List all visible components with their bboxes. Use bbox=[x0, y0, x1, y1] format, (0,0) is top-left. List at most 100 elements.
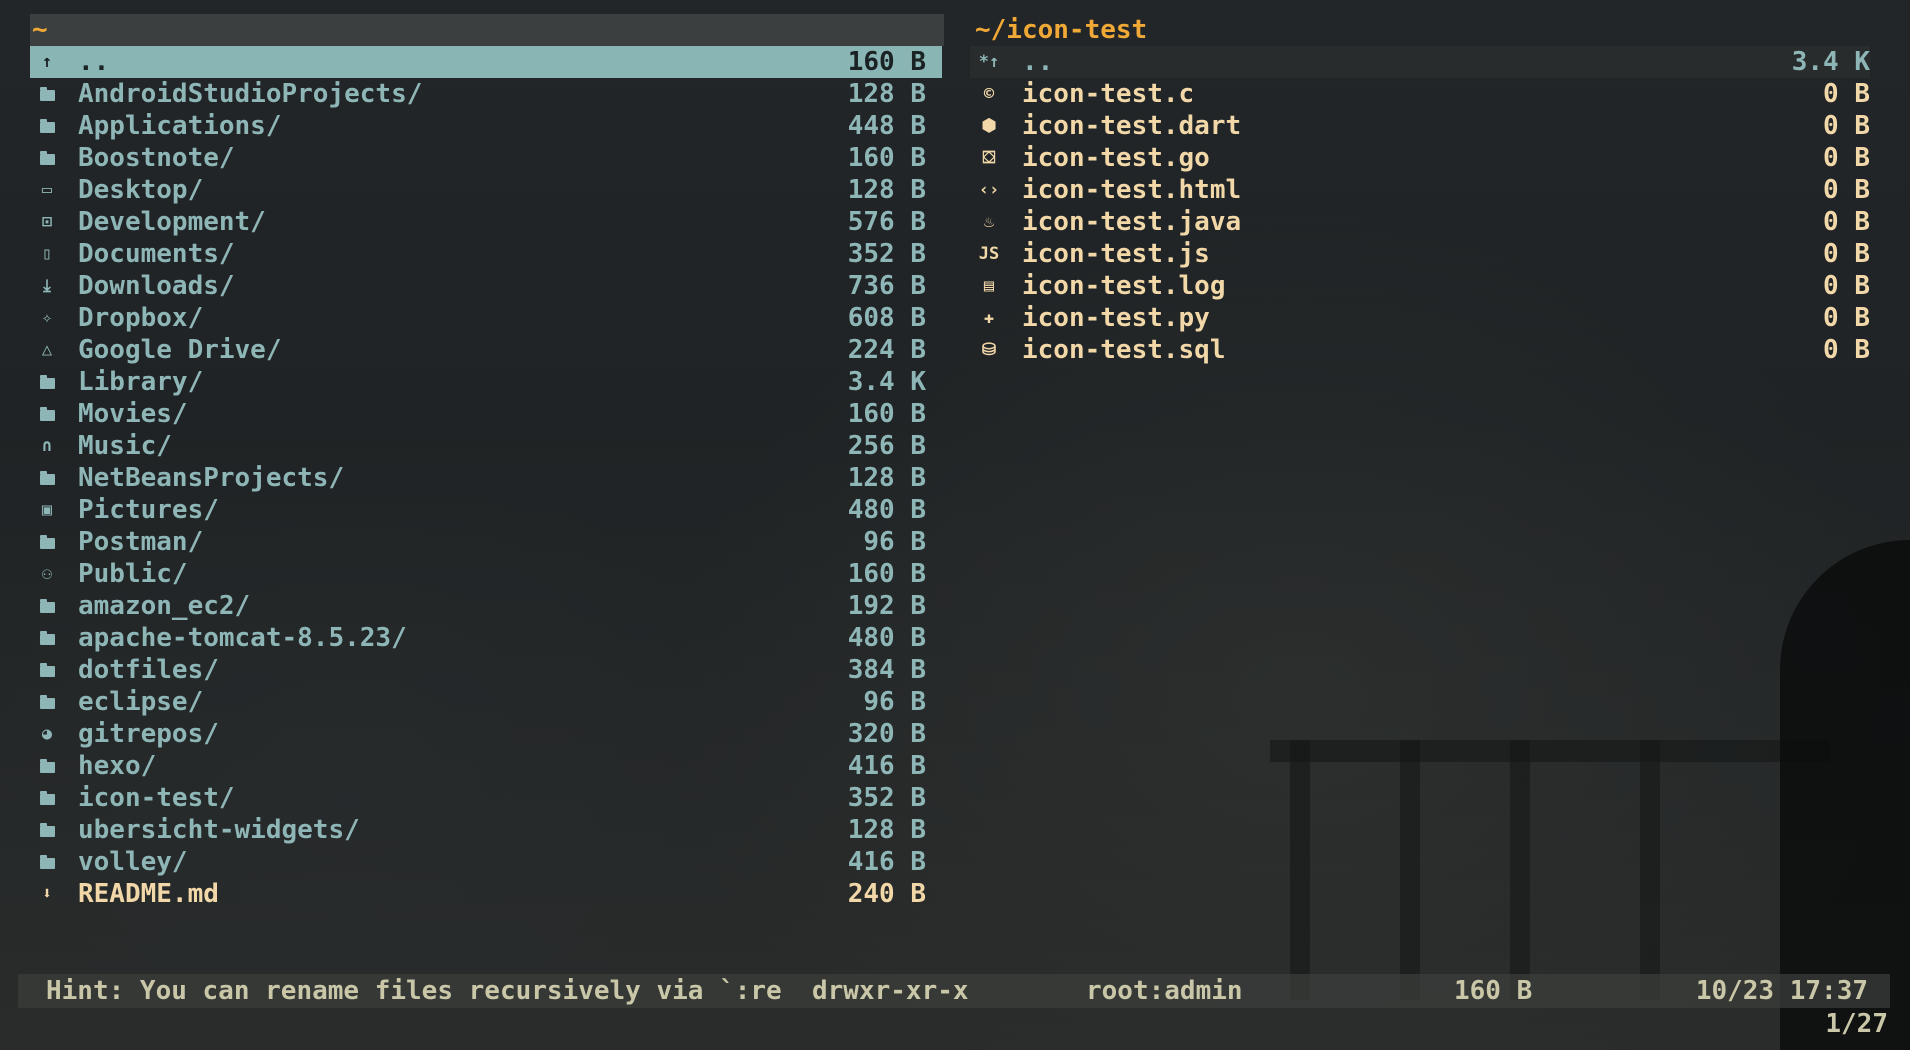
file-size: 128 B bbox=[847, 79, 926, 109]
document-icon: ▯ bbox=[41, 244, 53, 264]
right-pane-path: ~/icon-test bbox=[975, 15, 1148, 45]
file-name: icon-test.log bbox=[1022, 271, 1226, 301]
status-bar: Hint: You can rename files recursively v… bbox=[18, 974, 1890, 1008]
file-row[interactable]: Boostnote/160 B bbox=[30, 142, 942, 174]
parent-directory-row[interactable]: ↑.. 160 B bbox=[30, 46, 942, 78]
file-row[interactable]: ⬇ README.md 240 B bbox=[30, 878, 942, 910]
file-name: Boostnote/ bbox=[78, 143, 235, 173]
html-icon: ‹› bbox=[978, 180, 1000, 200]
file-name: hexo/ bbox=[78, 751, 157, 781]
file-size: 160 B bbox=[847, 143, 926, 173]
file-row[interactable]: hexo/416 B bbox=[30, 750, 942, 782]
folder-icon bbox=[34, 590, 60, 622]
file-row[interactable]: eclipse/96 B bbox=[30, 686, 942, 718]
file-size: 0 B bbox=[1823, 303, 1870, 333]
file-row[interactable]: ubersicht-widgets/128 B bbox=[30, 814, 942, 846]
file-row[interactable]: ⬢ icon-test.dart 0 B bbox=[970, 110, 1870, 142]
file-row[interactable]: ▣ Pictures/480 B bbox=[30, 494, 942, 526]
file-size: 608 B bbox=[847, 303, 926, 333]
file-name: eclipse/ bbox=[78, 687, 204, 717]
file-row[interactable]: amazon_ec2/192 B bbox=[30, 590, 942, 622]
folder-icon bbox=[34, 686, 60, 718]
file-name: .. bbox=[78, 47, 110, 77]
c-lang-icon: © bbox=[983, 84, 995, 104]
javascript-icon: JS bbox=[978, 244, 1000, 264]
folder-icon bbox=[34, 142, 60, 174]
log-icon: ▤ bbox=[983, 276, 995, 296]
file-row[interactable]: ⊡ Development/576 B bbox=[30, 206, 942, 238]
file-size: 352 B bbox=[847, 783, 926, 813]
background-railing bbox=[1640, 740, 1660, 1000]
file-name: gitrepos/ bbox=[78, 719, 219, 749]
file-name: Documents/ bbox=[78, 239, 235, 269]
file-size: 416 B bbox=[847, 847, 926, 877]
folder-icon bbox=[34, 846, 60, 878]
file-name: README.md bbox=[78, 879, 219, 909]
file-size: 96 B bbox=[863, 687, 926, 717]
file-row[interactable]: ∩ Music/256 B bbox=[30, 430, 942, 462]
file-name: .. bbox=[1022, 47, 1054, 77]
file-name: amazon_ec2/ bbox=[78, 591, 251, 621]
go-gopher-icon: ⛋ bbox=[982, 148, 996, 168]
folder-icon bbox=[34, 814, 60, 846]
file-row[interactable]: ▭ Desktop/128 B bbox=[30, 174, 942, 206]
file-name: Development/ bbox=[78, 207, 266, 237]
file-row[interactable]: volley/416 B bbox=[30, 846, 942, 878]
file-size: 128 B bbox=[847, 463, 926, 493]
file-row[interactable]: dotfiles/384 B bbox=[30, 654, 942, 686]
file-name: volley/ bbox=[78, 847, 188, 877]
permissions-text: drwxr-xr-x bbox=[812, 976, 969, 1006]
folder-icon bbox=[34, 78, 60, 110]
file-row[interactable]: NetBeansProjects/128 B bbox=[30, 462, 942, 494]
file-row[interactable]: Library/3.4 K bbox=[30, 366, 942, 398]
file-row[interactable]: ✚ icon-test.py 0 B bbox=[970, 302, 1870, 334]
hint-text: Hint: You can rename files recursively v… bbox=[46, 976, 782, 1006]
file-size: 384 B bbox=[847, 655, 926, 685]
file-row[interactable]: ✧ Dropbox/608 B bbox=[30, 302, 942, 334]
file-row[interactable]: ▯ Documents/352 B bbox=[30, 238, 942, 270]
file-size: 0 B bbox=[1823, 111, 1870, 141]
file-name: icon-test.js bbox=[1022, 239, 1210, 269]
file-row[interactable]: icon-test/352 B bbox=[30, 782, 942, 814]
file-size: 240 B bbox=[847, 879, 926, 909]
file-name: Postman/ bbox=[78, 527, 204, 557]
file-row[interactable]: △ Google Drive/224 B bbox=[30, 334, 942, 366]
file-row[interactable]: Applications/448 B bbox=[30, 110, 942, 142]
people-icon: ⚇ bbox=[41, 564, 53, 584]
file-row[interactable]: ▤ icon-test.log 0 B bbox=[970, 270, 1870, 302]
file-size: 128 B bbox=[847, 175, 926, 205]
file-row[interactable]: JS icon-test.js 0 B bbox=[970, 238, 1870, 270]
file-name: Downloads/ bbox=[78, 271, 235, 301]
file-name: icon-test.html bbox=[1022, 175, 1242, 205]
file-size: 448 B bbox=[847, 111, 926, 141]
download-icon: ⤓ bbox=[43, 276, 51, 296]
file-row[interactable]: ◕ gitrepos/320 B bbox=[30, 718, 942, 750]
file-row[interactable]: Movies/160 B bbox=[30, 398, 942, 430]
background-railing bbox=[1290, 740, 1310, 1000]
file-row[interactable]: ⚇ Public/160 B bbox=[30, 558, 942, 590]
file-row[interactable]: apache-tomcat-8.5.23/480 B bbox=[30, 622, 942, 654]
file-row[interactable]: © icon-test.c 0 B bbox=[970, 78, 1870, 110]
file-size: 352 B bbox=[847, 239, 926, 269]
file-name: AndroidStudioProjects/ bbox=[78, 79, 423, 109]
file-name: icon-test.go bbox=[1022, 143, 1210, 173]
google-drive-icon: △ bbox=[41, 340, 53, 360]
file-size: 160 B bbox=[847, 559, 926, 589]
file-row[interactable]: ‹› icon-test.html 0 B bbox=[970, 174, 1870, 206]
file-row[interactable]: ⤓ Downloads/736 B bbox=[30, 270, 942, 302]
monitor-icon: ▭ bbox=[41, 180, 53, 200]
file-row[interactable]: ⛁ icon-test.sql 0 B bbox=[970, 334, 1870, 366]
parent-directory-row[interactable]: *↑.. 3.4 K bbox=[970, 46, 1870, 78]
database-icon: ⛁ bbox=[981, 340, 997, 360]
file-row[interactable]: ⛋ icon-test.go 0 B bbox=[970, 142, 1870, 174]
file-name: apache-tomcat-8.5.23/ bbox=[78, 623, 407, 653]
file-size: 0 B bbox=[1823, 207, 1870, 237]
file-row[interactable]: Postman/96 B bbox=[30, 526, 942, 558]
file-row[interactable]: ♨ icon-test.java 0 B bbox=[970, 206, 1870, 238]
file-name: icon-test.sql bbox=[1022, 335, 1226, 365]
file-size: 160 B bbox=[847, 399, 926, 429]
background-railing bbox=[1270, 740, 1830, 762]
file-row[interactable]: AndroidStudioProjects/128 B bbox=[30, 78, 942, 110]
file-name: icon-test.py bbox=[1022, 303, 1210, 333]
folder-icon bbox=[34, 526, 60, 558]
